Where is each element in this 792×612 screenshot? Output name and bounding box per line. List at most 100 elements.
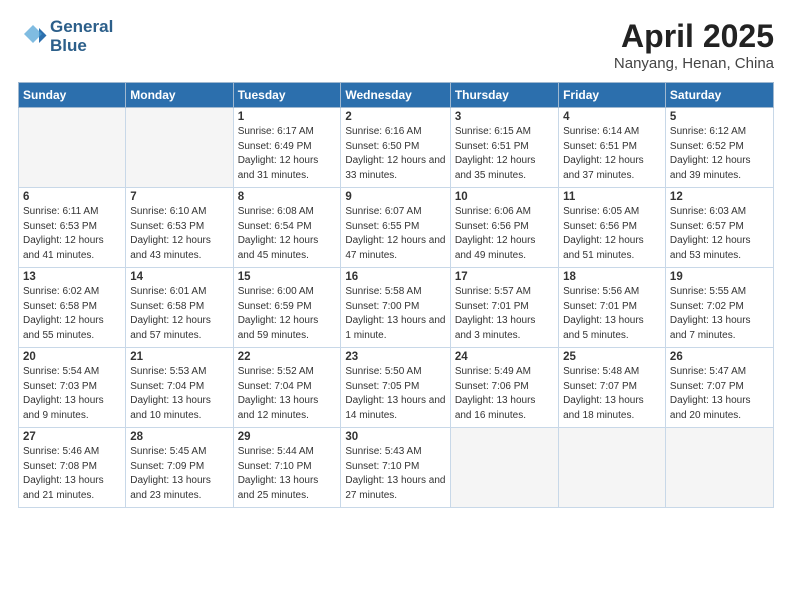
weekday-header-thursday: Thursday [450,83,558,108]
day-info: Sunrise: 5:54 AMSunset: 7:03 PMDaylight:… [23,365,121,423]
day-number: 24 [455,351,554,363]
day-info: Sunrise: 5:44 AMSunset: 7:10 PMDaylight:… [238,445,337,503]
day-number: 2 [345,111,445,123]
day-info: Sunrise: 5:47 AMSunset: 7:07 PMDaylight:… [670,365,769,423]
day-number: 21 [130,351,228,363]
calendar-cell: 24 Sunrise: 5:49 AMSunset: 7:06 PMDayligh… [450,348,558,428]
day-number: 18 [563,271,661,283]
calendar-cell: 5Sunrise: 6:12 AMSunset: 6:52 PMDaylight… [665,108,773,188]
calendar-cell [665,428,773,508]
day-number: 8 [238,191,337,203]
logo-line2: Blue [50,37,113,56]
day-info: Sunrise: 6:16 AMSunset: 6:50 PMDaylight:… [345,125,445,183]
calendar-cell: 30Sunrise: 5:43 AMSunset: 7:10 PMDayligh… [341,428,450,508]
day-info: Sunrise: 6:07 AMSunset: 6:55 PMDaylight:… [345,205,445,263]
day-info: Sunrise: 6:15 AMSunset: 6:51 PMDaylight:… [455,125,554,183]
day-number: 11 [563,191,661,203]
day-info: Sunrise: 5:46 AMSunset: 7:08 PMDaylight:… [23,445,121,503]
weekday-header-saturday: Saturday [665,83,773,108]
day-info: Sunrise: 6:17 AMSunset: 6:49 PMDaylight:… [238,125,337,183]
day-info: Sunrise: 6:11 AMSunset: 6:53 PMDaylight:… [23,205,121,263]
calendar-cell: 7 Sunrise: 6:10 AMSunset: 6:53 PMDaylight… [126,188,233,268]
day-info: Sunrise: 6:10 AMSunset: 6:53 PMDaylight:… [130,205,228,263]
calendar-cell: 12 Sunrise: 6:03 AMSunset: 6:57 PMDayligh… [665,188,773,268]
day-info: Sunrise: 6:00 AMSunset: 6:59 PMDaylight:… [238,285,337,343]
day-info: Sunrise: 6:01 AMSunset: 6:58 PMDaylight:… [130,285,228,343]
day-info: Sunrise: 5:45 AMSunset: 7:09 PMDaylight:… [130,445,228,503]
day-info: Sunrise: 6:14 AMSunset: 6:51 PMDaylight:… [563,125,661,183]
day-info: Sunrise: 5:57 AMSunset: 7:01 PMDaylight:… [455,285,554,343]
logo: General Blue [18,18,113,55]
day-info: Sunrise: 6:06 AMSunset: 6:56 PMDaylight:… [455,205,554,263]
day-number: 12 [670,191,769,203]
calendar-cell: 1 Sunrise: 6:17 AMSunset: 6:49 PMDaylight… [233,108,341,188]
day-number: 17 [455,271,554,283]
calendar-cell: 17 Sunrise: 5:57 AMSunset: 7:01 PMDayligh… [450,268,558,348]
day-info: Sunrise: 5:56 AMSunset: 7:01 PMDaylight:… [563,285,661,343]
day-number: 20 [23,351,121,363]
day-number: 19 [670,271,769,283]
day-number: 3 [455,111,554,123]
day-info: Sunrise: 5:58 AMSunset: 7:00 PMDaylight:… [345,285,445,343]
calendar-cell: 21Sunrise: 5:53 AMSunset: 7:04 PMDayligh… [126,348,233,428]
weekday-header-wednesday: Wednesday [341,83,450,108]
weekday-header-monday: Monday [126,83,233,108]
day-info: Sunrise: 6:03 AMSunset: 6:57 PMDaylight:… [670,205,769,263]
day-number: 15 [238,271,337,283]
day-info: Sunrise: 5:52 AMSunset: 7:04 PMDaylight:… [238,365,337,423]
calendar-cell: 6 Sunrise: 6:11 AMSunset: 6:53 PMDaylight… [19,188,126,268]
day-info: Sunrise: 5:55 AMSunset: 7:02 PMDaylight:… [670,285,769,343]
calendar-cell: 4 Sunrise: 6:14 AMSunset: 6:51 PMDaylight… [559,108,666,188]
day-number: 28 [130,431,228,443]
day-info: Sunrise: 5:50 AMSunset: 7:05 PMDaylight:… [345,365,445,423]
month-title: April 2025 [614,18,774,55]
calendar-cell: 19 Sunrise: 5:55 AMSunset: 7:02 PMDayligh… [665,268,773,348]
day-number: 23 [345,351,445,363]
day-info: Sunrise: 5:48 AMSunset: 7:07 PMDaylight:… [563,365,661,423]
general-blue-icon [18,22,48,52]
calendar-cell [126,108,233,188]
day-number: 1 [238,111,337,123]
day-number: 10 [455,191,554,203]
day-number: 16 [345,271,445,283]
calendar-cell: 25 Sunrise: 5:48 AMSunset: 7:07 PMDayligh… [559,348,666,428]
day-number: 13 [23,271,121,283]
day-number: 7 [130,191,228,203]
logo-line1: General [50,18,113,37]
calendar-cell: 8 Sunrise: 6:08 AMSunset: 6:54 PMDaylight… [233,188,341,268]
day-number: 9 [345,191,445,203]
calendar-cell: 28 Sunrise: 5:45 AMSunset: 7:09 PMDayligh… [126,428,233,508]
day-number: 14 [130,271,228,283]
day-info: Sunrise: 6:08 AMSunset: 6:54 PMDaylight:… [238,205,337,263]
calendar-cell: 15 Sunrise: 6:00 AMSunset: 6:59 PMDayligh… [233,268,341,348]
day-number: 25 [563,351,661,363]
calendar-cell: 27Sunrise: 5:46 AMSunset: 7:08 PMDayligh… [19,428,126,508]
calendar-cell: 9 Sunrise: 6:07 AMSunset: 6:55 PMDaylight… [341,188,450,268]
day-number: 29 [238,431,337,443]
day-info: Sunrise: 5:43 AMSunset: 7:10 PMDaylight:… [345,445,445,503]
calendar-cell: 10 Sunrise: 6:06 AMSunset: 6:56 PMDayligh… [450,188,558,268]
calendar-cell: 18 Sunrise: 5:56 AMSunset: 7:01 PMDayligh… [559,268,666,348]
calendar-cell: 2 Sunrise: 6:16 AMSunset: 6:50 PMDaylight… [341,108,450,188]
day-number: 6 [23,191,121,203]
day-info: Sunrise: 5:49 AMSunset: 7:06 PMDaylight:… [455,365,554,423]
calendar-cell: 22 Sunrise: 5:52 AMSunset: 7:04 PMDayligh… [233,348,341,428]
header: General Blue April 2025 Nanyang, Henan, … [18,18,774,72]
page: General Blue April 2025 Nanyang, Henan, … [0,0,792,612]
calendar-cell: 26 Sunrise: 5:47 AMSunset: 7:07 PMDayligh… [665,348,773,428]
day-info: Sunrise: 6:12 AMSunset: 6:52 PMDaylight:… [670,125,769,183]
calendar-cell [450,428,558,508]
calendar-cell: 23 Sunrise: 5:50 AMSunset: 7:05 PMDayligh… [341,348,450,428]
title-block: April 2025 Nanyang, Henan, China [614,18,774,72]
day-number: 22 [238,351,337,363]
day-info: Sunrise: 6:05 AMSunset: 6:56 PMDaylight:… [563,205,661,263]
calendar-cell [19,108,126,188]
calendar-cell: 29 Sunrise: 5:44 AMSunset: 7:10 PMDayligh… [233,428,341,508]
calendar-cell: 14 Sunrise: 6:01 AMSunset: 6:58 PMDayligh… [126,268,233,348]
day-number: 4 [563,111,661,123]
calendar-cell: 16 Sunrise: 5:58 AMSunset: 7:00 PMDayligh… [341,268,450,348]
location: Nanyang, Henan, China [614,55,774,72]
calendar: SundayMondayTuesdayWednesdayThursdayFrid… [18,82,774,508]
weekday-header-friday: Friday [559,83,666,108]
day-number: 26 [670,351,769,363]
